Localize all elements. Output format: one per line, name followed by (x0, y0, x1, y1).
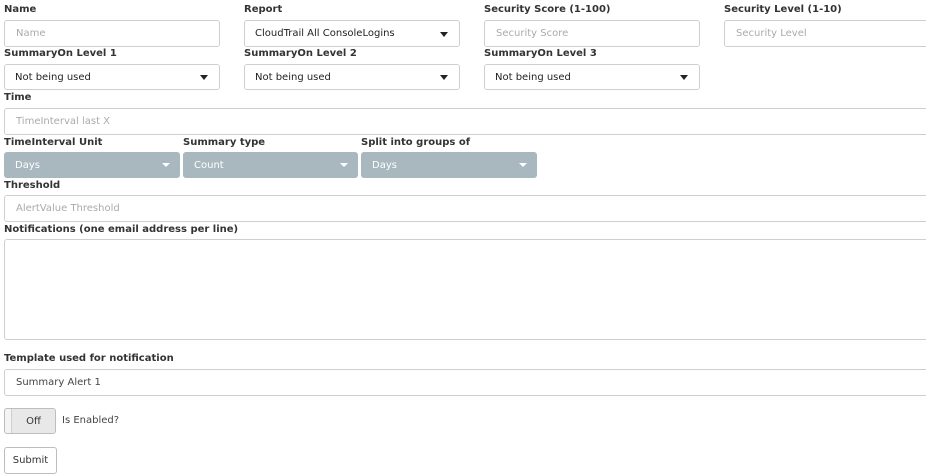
summary-on-level-3-label: SummaryOn Level 3 (484, 48, 597, 59)
threshold-label: Threshold (4, 180, 61, 191)
split-groups-select[interactable]: Days (361, 152, 537, 178)
threshold-input[interactable]: AlertValue Threshold (4, 195, 926, 222)
security-score-label: Security Score (1-100) (484, 4, 611, 15)
notifications-label: Notifications (one email address per lin… (4, 224, 239, 235)
submit-button[interactable]: Submit (4, 447, 57, 474)
toggle-state-label: Off (11, 409, 55, 433)
split-groups-value: Days (372, 159, 397, 171)
summary-on-level-1-label: SummaryOn Level 1 (4, 48, 117, 59)
summary-on-level-2-value: Not being used (255, 71, 331, 83)
chevron-down-icon (440, 31, 448, 37)
notifications-textarea[interactable] (4, 239, 926, 340)
time-interval-unit-label: TimeInterval Unit (4, 137, 103, 148)
chevron-down-icon (200, 75, 208, 80)
summary-type-value: Count (194, 159, 224, 171)
name-label: Name (4, 4, 37, 15)
summary-type-label: Summary type (183, 137, 266, 148)
summary-on-level-1-select[interactable]: Not being used (4, 64, 220, 90)
split-groups-label: Split into groups of (361, 137, 471, 148)
time-input[interactable]: TimeInterval last X (4, 108, 926, 135)
summary-on-level-2-label: SummaryOn Level 2 (244, 48, 357, 59)
summary-on-level-2-select[interactable]: Not being used (244, 64, 460, 90)
security-score-input[interactable]: Security Score (484, 20, 700, 47)
chevron-down-icon (440, 75, 448, 80)
template-label: Template used for notification (4, 353, 174, 364)
report-label: Report (244, 4, 283, 15)
summary-on-level-3-value: Not being used (495, 71, 571, 83)
summary-on-level-1-value: Not being used (15, 71, 91, 83)
report-select-value: CloudTrail All ConsoleLogins (255, 28, 395, 39)
chevron-down-icon (519, 163, 527, 167)
time-interval-unit-select[interactable]: Days (4, 152, 180, 178)
security-level-label: Security Level (1-10) (724, 4, 842, 15)
template-input[interactable]: Summary Alert 1 (4, 369, 926, 396)
enabled-label: Is Enabled? (62, 415, 120, 426)
security-level-input[interactable]: Security Level (724, 20, 926, 47)
chevron-down-icon (680, 75, 688, 80)
report-select[interactable]: CloudTrail All ConsoleLogins (244, 20, 460, 47)
summary-type-select[interactable]: Count (183, 152, 358, 178)
summary-on-level-3-select[interactable]: Not being used (484, 64, 700, 90)
name-input[interactable]: Name (4, 20, 220, 47)
chevron-down-icon (340, 163, 348, 167)
chevron-down-icon (162, 163, 170, 167)
time-interval-unit-value: Days (15, 159, 40, 171)
enabled-toggle[interactable]: Off (4, 408, 56, 434)
time-label: Time (4, 92, 32, 103)
